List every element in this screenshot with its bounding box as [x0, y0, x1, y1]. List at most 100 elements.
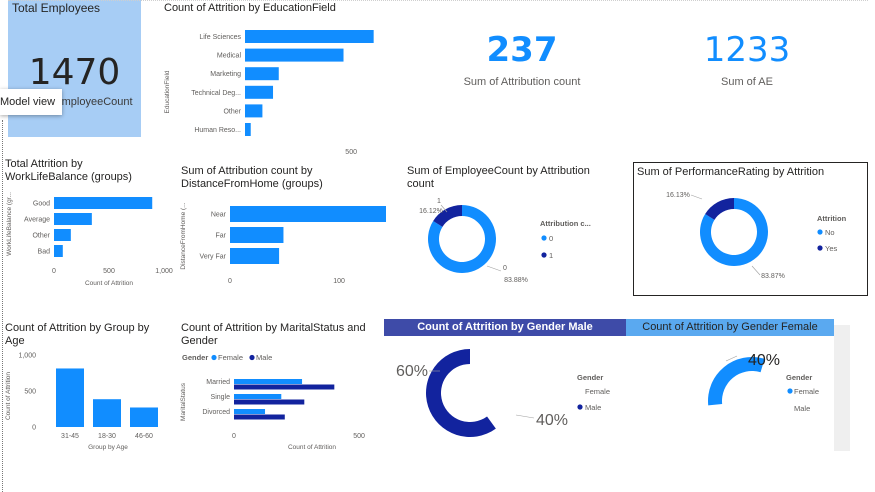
gender-male-legend-title: Gender — [577, 373, 603, 382]
empcount-leader-0 — [486, 265, 502, 272]
legend-marker-0 — [541, 235, 547, 241]
legend-label-yes: Yes — [825, 244, 837, 253]
bar-single-female — [234, 394, 282, 399]
marital-chart-title-line2: Gender — [181, 335, 218, 347]
age-chart-title-line1: Count of Attrition by Group by — [5, 322, 150, 334]
x-tick-0: 0 — [52, 268, 56, 275]
perf-chart-title: Sum of PerformanceRating by Attrition — [637, 166, 825, 178]
category-label-medical: Medical — [217, 53, 242, 60]
perf-chart[interactable]: 16.13% 83.87% Attrition No Yes — [634, 180, 866, 294]
education-chart-title: Count of Attrition by EducationField — [164, 2, 336, 14]
kpi-attribution-card[interactable]: 237 Sum of Attribution count — [440, 30, 604, 100]
perf-legend-title: Attrition — [817, 214, 847, 223]
marital-y-axis-label: MaritalStatus — [180, 382, 187, 421]
kpi-ae-card[interactable]: 1233 Sum of AE — [680, 30, 814, 100]
bar-average — [54, 213, 92, 225]
gender-female-leader — [725, 355, 738, 362]
category-label-life-sciences: Life Sciences — [199, 34, 241, 41]
legend-marker-female — [211, 354, 217, 361]
y-tick-1000: 1,000 — [18, 353, 36, 360]
category-label-technical-deg: Technical Deg... — [191, 90, 241, 97]
wlb-chart-title-line2: WorkLifeBalance (groups) — [5, 171, 132, 183]
category-label-far: Far — [216, 233, 227, 240]
category-label-other: Other — [223, 108, 241, 115]
category-label-bad: Bad — [38, 249, 51, 256]
total-employees-value: 1470 — [28, 52, 121, 93]
kpi-attribution-label: Sum of Attribution count — [463, 76, 581, 88]
legend-marker-female — [787, 388, 793, 394]
bar-18-30 — [93, 399, 121, 427]
legend-label-male: Male — [585, 403, 601, 412]
legend-label-0: 0 — [549, 234, 553, 243]
wlb-chart-title-line1: Total Attrition by — [5, 158, 83, 170]
distance-chart[interactable]: Near Far Very Far DistanceFromHome (... 0 100 — [178, 194, 390, 290]
legend-marker-1 — [541, 252, 547, 258]
empcount-outer-label-0: 0 — [503, 265, 507, 272]
perf-pct-label-no: 83.87% — [761, 273, 785, 280]
bar-single-male — [234, 399, 305, 405]
model-view-tooltip-text: Model view — [0, 96, 56, 108]
gender-male-leader-female — [515, 414, 535, 419]
bar-good — [54, 197, 153, 209]
gender-female-pct-label: 40% — [748, 352, 780, 369]
bar-married-male — [234, 384, 335, 390]
distance-chart-title-line2: DistanceFromHome (groups) — [181, 178, 323, 190]
total-employees-card[interactable]: Total Employees 1470 Sum of EmployeeCoun… — [8, 0, 141, 137]
gender-female-chart[interactable]: 40% Gender Female Male — [626, 337, 834, 451]
y-tick-500: 500 — [24, 389, 36, 396]
bar-other — [54, 229, 71, 241]
legend-label-1: 1 — [549, 251, 553, 260]
marital-x-axis-label: Count of Attrition — [288, 444, 336, 451]
legend-label-female: Female — [218, 353, 243, 362]
bar-human-reso — [245, 123, 251, 136]
empcount-pct-label-1: 16.12% — [419, 208, 443, 215]
education-chart[interactable]: Life Sciences Medical Marketing Technical D… — [160, 22, 390, 154]
legend-marker-male — [577, 404, 583, 410]
legend-label-male: Male — [794, 404, 810, 413]
category-label-very-far: Very Far — [200, 254, 227, 261]
perf-leader-yes — [690, 194, 703, 200]
age-chart[interactable]: 0 500 1,000 31-45 18-30 46-60 Count of Attriti… — [2, 348, 174, 454]
bar-marketing — [245, 67, 279, 81]
kpi-attribution-value: 237 — [486, 30, 558, 70]
bar-46-60 — [130, 407, 158, 427]
legend-label-no: No — [825, 228, 835, 237]
x-tick-1000: 1,000 — [155, 268, 173, 275]
gender-male-banner: Count of Attrition by Gender Male — [384, 319, 626, 336]
bar-bad — [54, 245, 63, 257]
category-label-31-45: 31-45 — [61, 433, 79, 440]
empcount-pct-label-0: 83.88% — [504, 277, 528, 284]
marital-chart[interactable]: Gender Female Male Married Single Divorced 0 50… — [178, 350, 383, 454]
x-tick-100: 100 — [333, 278, 345, 285]
empcount-chart-title-line2: count — [407, 178, 434, 190]
bar-near — [230, 206, 386, 222]
empcount-outer-label-1: 1 — [437, 198, 441, 205]
legend-marker-yes — [817, 245, 823, 251]
category-label-average: Average — [24, 217, 50, 224]
empcount-chart-title-line1: Sum of EmployeeCount by Attribution — [407, 165, 590, 177]
gender-male-pct-label-male: 60% — [396, 363, 428, 380]
category-label-18-30: 18-30 — [98, 433, 116, 440]
legend-marker-male — [249, 354, 255, 361]
model-view-tooltip: Model view — [0, 89, 62, 115]
legend-marker-no — [817, 229, 823, 235]
distance-y-axis-label: DistanceFromHome (... — [180, 202, 187, 269]
category-label-married: Married — [206, 379, 230, 386]
bar-technical-deg — [245, 85, 274, 99]
age-chart-title-line2: Age — [5, 335, 25, 347]
age-x-axis-label: Group by Age — [88, 444, 128, 451]
bar-31-45 — [56, 368, 84, 427]
empcount-chart[interactable]: 1 16.12% 0 83.88% Attribution c... 0 1 — [405, 192, 625, 292]
top-dashed-border — [8, 0, 868, 1]
category-label-human-reso: Human Reso... — [194, 127, 241, 134]
education-y-axis-label: EducationField — [164, 70, 171, 113]
legend-label-female: Female — [585, 387, 610, 396]
bar-far — [230, 227, 284, 243]
distance-chart-title-line1: Sum of Attribution count by — [181, 165, 313, 177]
wlb-x-axis-label: Count of Attrition — [85, 280, 133, 287]
gender-male-slice-male — [426, 349, 496, 437]
gender-male-chart[interactable]: 60% 40% Gender Female Male — [384, 337, 626, 451]
wlb-chart[interactable]: Good Average Other Bad WorkLifeBalance (gr..… — [2, 188, 180, 288]
gender-panel-scrollbar[interactable] — [834, 325, 850, 451]
bar-other — [245, 104, 263, 118]
